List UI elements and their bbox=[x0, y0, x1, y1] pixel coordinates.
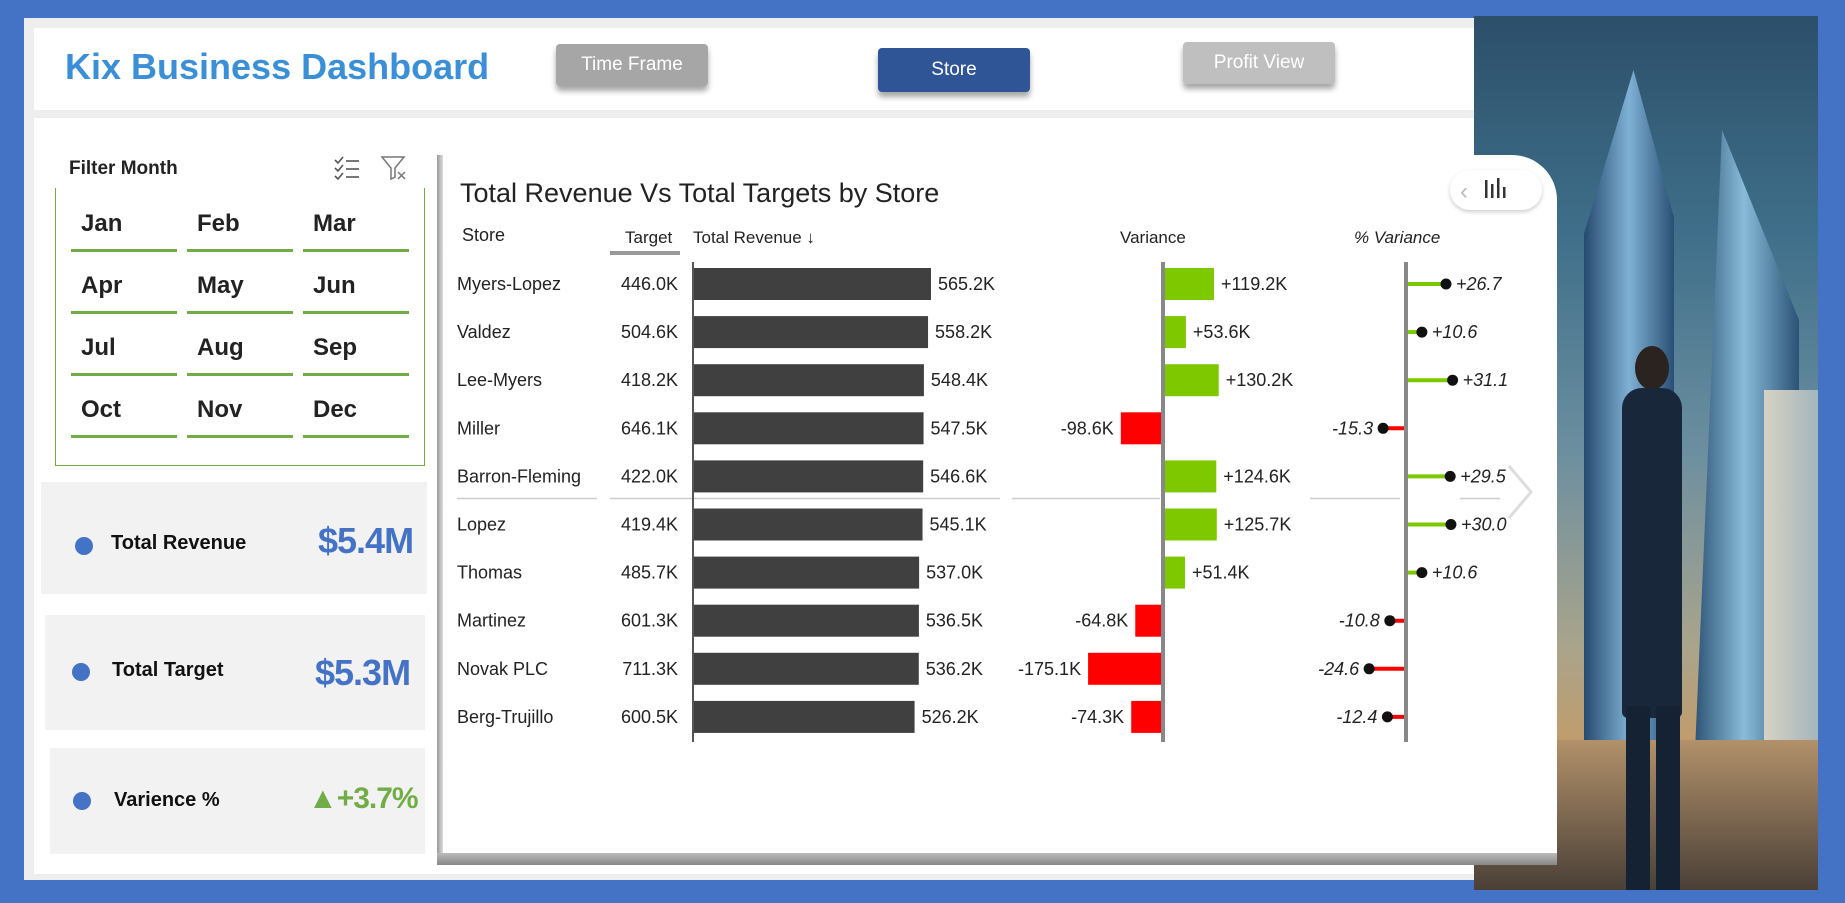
month-nov[interactable]: Nov bbox=[187, 382, 293, 438]
dashboard-title: Kix Business Dashboard bbox=[65, 46, 490, 87]
kpi-label-variance-pct: Varience % bbox=[114, 789, 220, 811]
sort-indicator bbox=[610, 251, 680, 255]
kpi-label-total-revenue: Total Revenue bbox=[111, 532, 247, 554]
chart-title: Total Revenue Vs Total Targets by Store bbox=[460, 178, 940, 208]
kpi-value-total-target: $5.3M bbox=[315, 652, 411, 693]
month-aug[interactable]: Aug bbox=[187, 320, 293, 376]
time-frame-button[interactable]: Time Frame bbox=[556, 44, 708, 86]
kpi-bullet bbox=[73, 792, 91, 810]
month-jul[interactable]: Jul bbox=[71, 320, 177, 376]
month-dec[interactable]: Dec bbox=[303, 382, 409, 438]
bar-chart-icon[interactable] bbox=[1484, 178, 1510, 200]
clear-filter-icon[interactable] bbox=[381, 155, 407, 181]
filter-month-title: Filter Month bbox=[69, 158, 178, 179]
column-header-variance[interactable]: Variance bbox=[1120, 228, 1186, 248]
month-jan[interactable]: Jan bbox=[71, 196, 177, 252]
month-may[interactable]: May bbox=[187, 258, 293, 314]
month-oct[interactable]: Oct bbox=[71, 382, 177, 438]
kpi-label-total-target: Total Target bbox=[112, 659, 224, 681]
column-header-total-revenue[interactable]: Total Revenue ↓ bbox=[693, 228, 815, 248]
kpi-value-variance-pct: ▲+3.7% bbox=[308, 782, 419, 815]
kpi-bullet bbox=[75, 537, 93, 555]
kpi-value-total-revenue: $5.4M bbox=[318, 520, 414, 561]
month-jun[interactable]: Jun bbox=[303, 258, 409, 314]
month-mar[interactable]: Mar bbox=[303, 196, 409, 252]
month-sep[interactable]: Sep bbox=[303, 320, 409, 376]
kpi-bullet bbox=[72, 663, 90, 681]
chevron-left-icon[interactable]: ‹ bbox=[1460, 178, 1468, 206]
month-feb[interactable]: Feb bbox=[187, 196, 293, 252]
store-button[interactable]: Store bbox=[878, 48, 1030, 92]
checklist-icon[interactable] bbox=[334, 156, 360, 180]
profit-view-button[interactable]: Profit View bbox=[1183, 42, 1335, 84]
column-header-target[interactable]: Target bbox=[625, 228, 672, 248]
month-apr[interactable]: Apr bbox=[71, 258, 177, 314]
column-header-pct-variance[interactable]: % Variance bbox=[1354, 228, 1440, 248]
chart-card bbox=[437, 155, 1557, 865]
column-header-store[interactable]: Store bbox=[462, 225, 505, 246]
chevron-right-icon[interactable] bbox=[1505, 462, 1535, 522]
